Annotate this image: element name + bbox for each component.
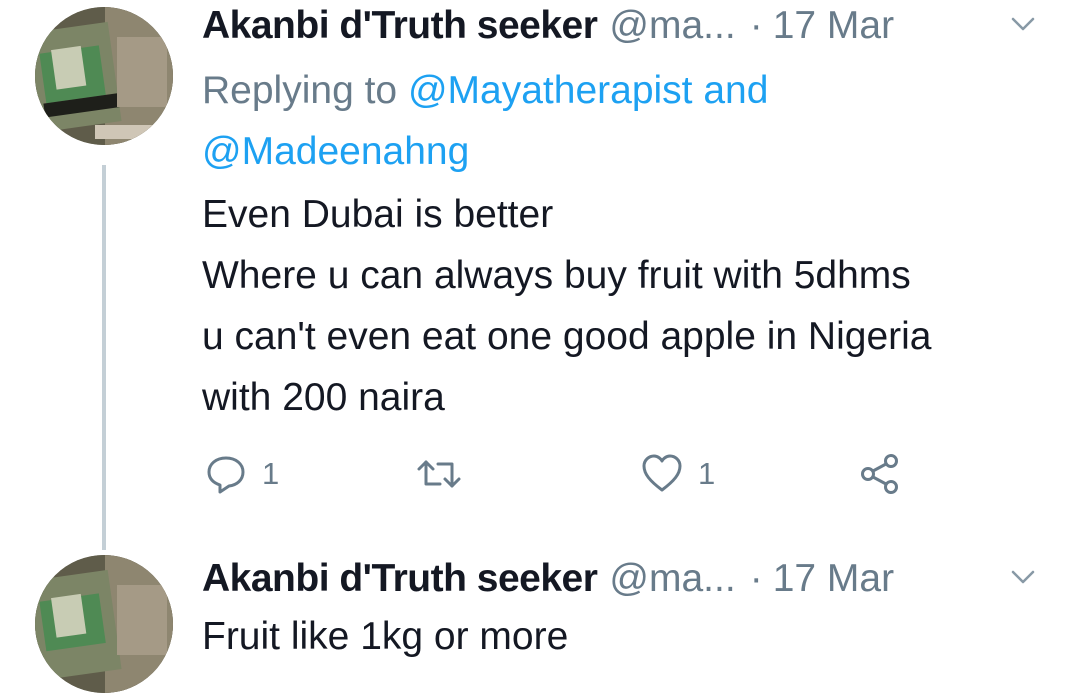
retweet-icon [417,460,461,488]
tweet-header: Akanbi d'Truth seeker @ma... · 17 Mar [202,553,1062,605]
avatar-image [35,555,173,693]
heart-icon [642,454,682,492]
share-icon [861,454,898,494]
mention-link[interactable]: @Mayatherapist [408,69,693,112]
tweet-text-line: u can't even eat one good apple in Niger… [202,315,932,358]
tweet-text: Even Dubai is better Where u can always … [202,184,1062,428]
reply-button[interactable]: 1 [204,448,279,500]
tweet-text-line: with 200 naira [202,376,445,419]
tweet-text-line: Fruit like 1kg or more [202,615,569,658]
separator-dot: · [749,557,763,600]
author-name[interactable]: Akanbi d'Truth seeker [202,4,598,48]
separator-dot: · [749,4,763,47]
author-handle[interactable]: @ma... [609,557,735,601]
share-button[interactable] [858,448,902,500]
tweet-text: Fruit like 1kg or more [202,606,1062,667]
avatar-image [35,7,173,145]
tweet-header: Akanbi d'Truth seeker @ma... · 17 Mar [202,0,1062,52]
chevron-down-icon[interactable] [1010,14,1036,34]
tweet[interactable]: Akanbi d'Truth seeker @ma... · 17 Mar Re… [0,0,1080,545]
tweet-text-line: Where u can always buy fruit with 5dhms [202,254,911,297]
mention-link[interactable]: @Madeenahng [202,130,469,173]
replying-prefix: Replying to [202,69,398,112]
like-count: 1 [698,456,716,491]
like-button[interactable]: 1 [640,448,715,500]
author-handle[interactable]: @ma... [609,4,735,48]
tweet-text-line: Even Dubai is better [202,193,554,236]
reply-icon [207,456,245,494]
tweet-actions: 1 1 [202,448,1062,500]
tweet-date[interactable]: 17 Mar [773,557,894,601]
chevron-down-icon[interactable] [1010,567,1036,587]
tweet-date[interactable]: 17 Mar [773,4,894,48]
author-name[interactable]: Akanbi d'Truth seeker [202,557,598,601]
reply-count: 1 [262,456,280,491]
replying-and[interactable]: and [703,69,768,112]
retweet-button[interactable] [414,448,464,500]
avatar[interactable] [35,7,173,145]
avatar[interactable] [35,555,173,693]
tweet[interactable]: Akanbi d'Truth seeker @ma... · 17 Mar Fr… [0,545,1080,693]
replying-to: Replying to @Mayatherapist and @Madeenah… [202,60,922,182]
